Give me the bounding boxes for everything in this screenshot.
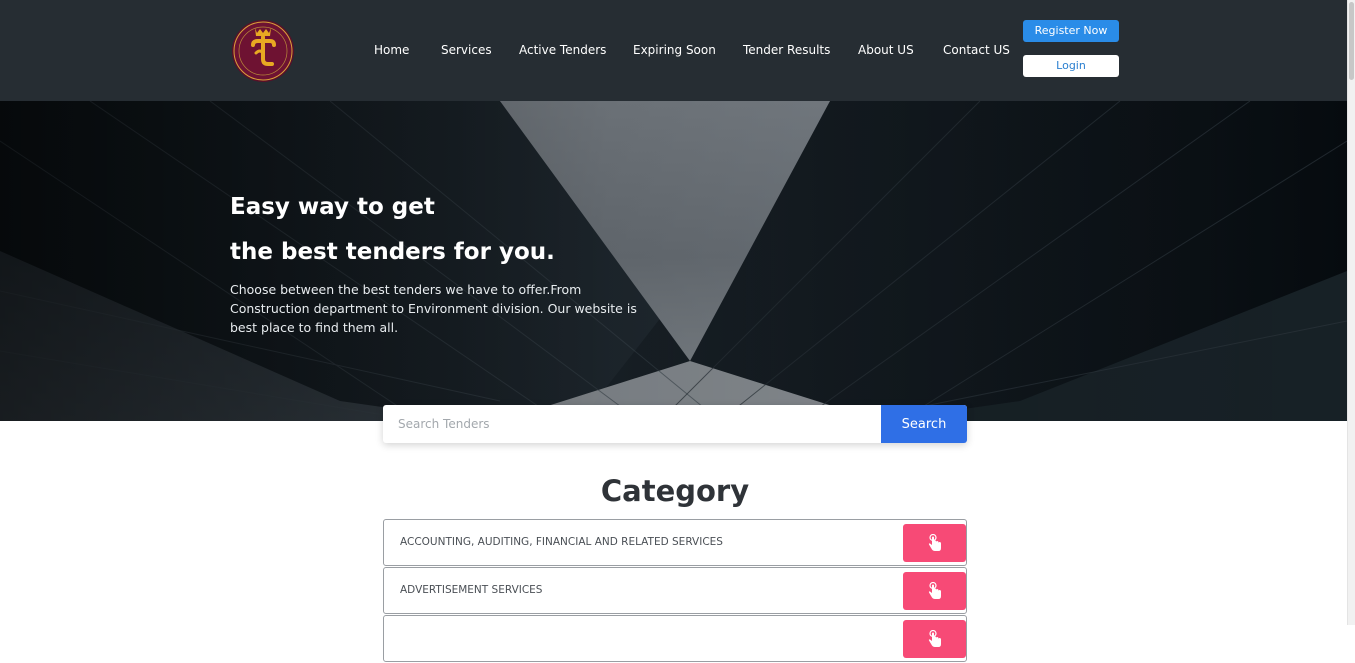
category-label: ADVERTISEMENT SERVICES bbox=[400, 584, 543, 596]
nav-about-us[interactable]: About US bbox=[858, 41, 914, 59]
category-item[interactable]: ADVERTISEMENT SERVICES bbox=[383, 567, 967, 614]
scrollbar-thumb[interactable] bbox=[1349, 2, 1354, 80]
nav-expiring-soon[interactable]: Expiring Soon bbox=[633, 41, 716, 59]
category-heading: Category bbox=[600, 474, 750, 508]
category-open-button[interactable] bbox=[903, 524, 966, 562]
search-button[interactable]: Search bbox=[881, 405, 967, 443]
register-now-button[interactable]: Register Now bbox=[1023, 20, 1119, 42]
site-header: Home Services Active Tenders Expiring So… bbox=[0, 0, 1347, 101]
main-nav: Home Services Active Tenders Expiring So… bbox=[0, 41, 1347, 59]
hero-title-line1: Easy way to get bbox=[230, 194, 435, 220]
category-label: ACCOUNTING, AUDITING, FINANCIAL AND RELA… bbox=[400, 536, 723, 548]
nav-home[interactable]: Home bbox=[374, 41, 409, 59]
category-item[interactable]: ACCOUNTING, AUDITING, FINANCIAL AND RELA… bbox=[383, 519, 967, 566]
hero-banner: Easy way to get the best tenders for you… bbox=[0, 101, 1347, 421]
tap-hand-icon bbox=[928, 534, 941, 551]
tender-search-bar: Search bbox=[383, 405, 967, 443]
nav-contact-us[interactable]: Contact US bbox=[943, 41, 1010, 59]
page-scrollbar[interactable] bbox=[1347, 0, 1355, 625]
category-item[interactable] bbox=[383, 615, 967, 662]
category-open-button[interactable] bbox=[903, 572, 966, 610]
tap-hand-icon bbox=[928, 582, 941, 599]
search-tenders-input[interactable] bbox=[383, 405, 881, 443]
hero-title-line2: the best tenders for you. bbox=[230, 239, 555, 265]
hero-description: Choose between the best tenders we have … bbox=[230, 282, 637, 335]
nav-tender-results[interactable]: Tender Results bbox=[743, 41, 830, 59]
nav-active-tenders[interactable]: Active Tenders bbox=[519, 41, 606, 59]
nav-services[interactable]: Services bbox=[441, 41, 492, 59]
login-button[interactable]: Login bbox=[1023, 55, 1119, 77]
category-list: ACCOUNTING, AUDITING, FINANCIAL AND RELA… bbox=[383, 519, 967, 663]
category-open-button[interactable] bbox=[903, 620, 966, 658]
tap-hand-icon bbox=[928, 630, 941, 647]
hero-background-image bbox=[0, 101, 1347, 421]
